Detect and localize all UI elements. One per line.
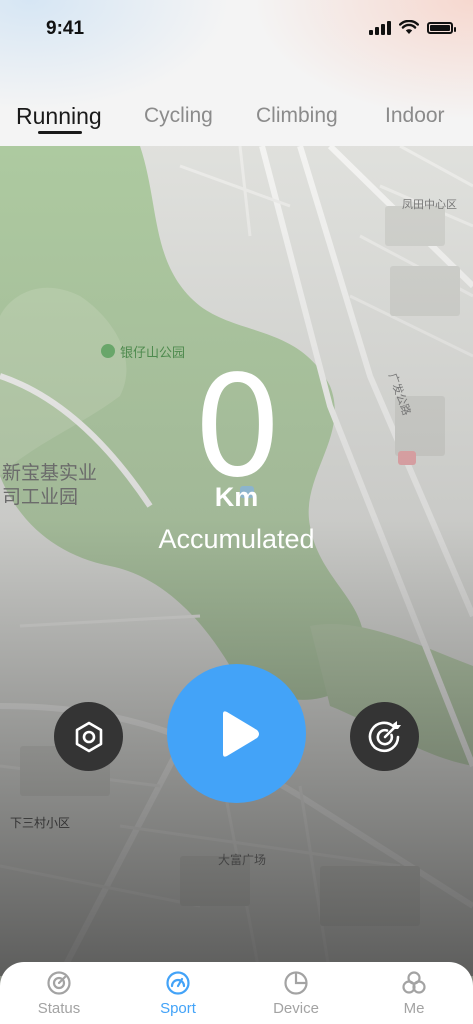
tab-running[interactable]: Running [16, 103, 102, 130]
map-label-plaza: 大富广场 [218, 853, 267, 867]
active-tab-indicator [38, 131, 82, 134]
settings-button[interactable] [54, 702, 123, 771]
play-icon [222, 710, 259, 757]
nav-device[interactable]: Device [251, 970, 341, 1017]
distance-label: Accumulated [158, 524, 315, 554]
distance-value: 0 [192, 346, 282, 509]
target-icon [368, 720, 401, 752]
map-label-village: 下三村小区 [10, 816, 71, 830]
wifi-icon [399, 20, 419, 34]
nav-device-label: Device [273, 1000, 319, 1017]
status-icons [369, 20, 456, 35]
speedometer-icon [166, 971, 190, 995]
nav-status[interactable]: Status [14, 970, 104, 1017]
pie-icon [284, 971, 308, 995]
tab-climbing[interactable]: Climbing [256, 104, 338, 128]
map-label-district: 凤田中心区 [402, 199, 457, 211]
circles-icon [402, 971, 426, 994]
status-time: 9:41 [46, 18, 85, 39]
start-button[interactable] [167, 664, 306, 803]
tab-indoor[interactable]: Indoor [385, 104, 445, 128]
nav-sport-label: Sport [160, 1000, 196, 1017]
nav-status-label: Status [37, 1000, 81, 1017]
tab-cycling[interactable]: Cycling [144, 104, 213, 128]
sport-tabs: Running Cycling Climbing Indoor [0, 98, 473, 138]
hexagon-settings-icon [75, 721, 102, 752]
nav-me[interactable]: Me [369, 970, 459, 1017]
target-button[interactable] [350, 702, 419, 771]
signal-icon [369, 20, 391, 35]
battery-icon [427, 21, 456, 34]
gauge-icon [47, 971, 71, 995]
map-view[interactable]: 银仔山公园 新宝基实业 司工业园 凤田中心区 广发公路 大富广场 下三村小区 [0, 146, 473, 976]
nav-sport[interactable]: Sport [133, 970, 223, 1017]
bottom-nav: Status Sport Device Me [0, 962, 473, 1024]
nav-me-label: Me [403, 1000, 425, 1017]
header: 9:41 Running Cycling Climbing Indoor [0, 0, 473, 146]
distance-unit: Km [214, 482, 259, 512]
